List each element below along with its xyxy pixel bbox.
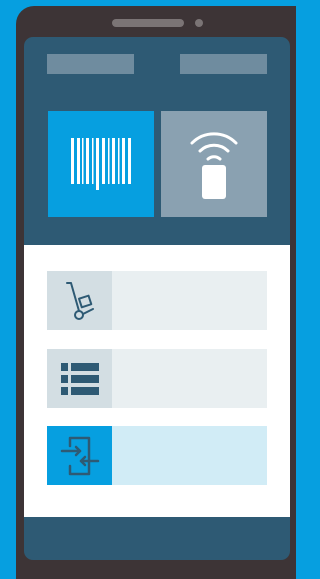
menu-item-label bbox=[112, 271, 267, 330]
header-left-placeholder bbox=[47, 54, 134, 74]
barcode-scan-tile[interactable] bbox=[48, 111, 154, 217]
menu-item-label bbox=[112, 349, 267, 408]
phone-screen bbox=[24, 37, 290, 560]
barcode-icon bbox=[71, 138, 131, 190]
menu-item-list[interactable] bbox=[47, 349, 267, 408]
menu-panel bbox=[24, 245, 290, 517]
transfer-icon bbox=[60, 436, 99, 475]
list-icon bbox=[60, 362, 99, 395]
menu-item-shipping[interactable] bbox=[47, 271, 267, 330]
menu-item-transfer[interactable] bbox=[47, 426, 267, 485]
header-right-placeholder bbox=[180, 54, 267, 74]
rfid-tag-icon bbox=[190, 132, 238, 199]
menu-item-label bbox=[112, 426, 267, 485]
speaker-grille bbox=[112, 19, 184, 27]
phone-frame bbox=[16, 6, 296, 579]
rfid-scan-tile[interactable] bbox=[161, 111, 267, 217]
hand-truck-icon bbox=[65, 281, 94, 320]
front-camera bbox=[195, 19, 203, 27]
